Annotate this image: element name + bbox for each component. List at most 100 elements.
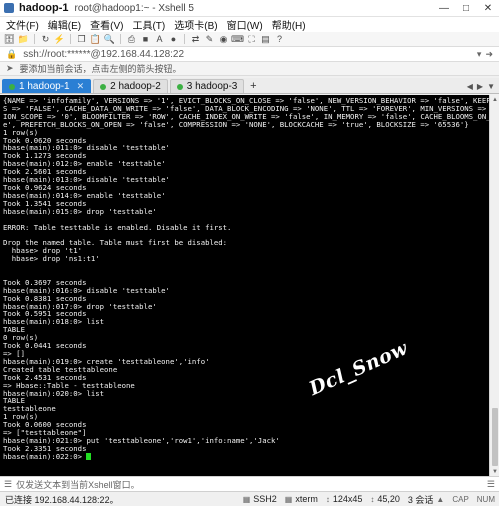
protocol-label: SSH2: [253, 494, 277, 504]
chevron-up-icon[interactable]: ▲: [436, 495, 444, 504]
info-text: 要添加当前会话，点击左侧的箭头按钮。: [19, 64, 182, 74]
caps-status: CAP: [452, 494, 469, 504]
globe-icon[interactable]: ●: [168, 34, 179, 44]
compose-bar[interactable]: ☰ 仅发送文本到当前Xshell窗口。 ☰: [0, 476, 499, 491]
disconnect-icon[interactable]: ⚡: [54, 34, 65, 44]
compose-send-icon[interactable]: ☰: [4, 479, 12, 490]
tab-hadoop-3[interactable]: 3 hadoop-3: [169, 79, 245, 93]
tab-hadoop-2[interactable]: 2 hadoop-2: [93, 79, 168, 93]
num-status: NUM: [476, 494, 495, 504]
toolbar: 🗄 📁 ↻ ⚡ ❐ 📋 🔍 ⎙ ■ A ● ⇄ ✎ ◉ ⌨ ⛶ ▤ ?: [0, 32, 499, 46]
address-bar[interactable]: 🔒 ssh://root:******@192.168.44.128:22 ▾ …: [0, 46, 499, 62]
menu-file[interactable]: 文件(F): [6, 17, 39, 32]
new-session-icon[interactable]: 🗄: [4, 34, 15, 44]
close-icon[interactable]: ✕: [477, 0, 499, 17]
address-text[interactable]: ssh://root:******@192.168.44.128:22: [23, 49, 184, 60]
menu-help[interactable]: 帮助(H): [272, 17, 306, 32]
maximize-icon[interactable]: □: [455, 0, 477, 17]
terminal-line: hbase(main):018:0> list: [3, 317, 105, 327]
compose-icon[interactable]: ▤: [260, 34, 271, 44]
title-bar: hadoop-1 root@hadoop1:~ - Xshell 5 — □ ✕: [0, 0, 499, 17]
menu-tab[interactable]: 选项卡(B): [174, 17, 217, 32]
toolbar-divider: [70, 34, 71, 44]
color-scheme-icon[interactable]: ■: [140, 34, 151, 44]
keyboard-icon[interactable]: ⌨: [231, 34, 244, 44]
add-tab-button[interactable]: +: [246, 79, 260, 93]
reconnect-icon[interactable]: ↻: [40, 34, 51, 44]
toolbar-divider: [120, 34, 121, 44]
lock-icon[interactable]: ◉: [218, 34, 229, 44]
menu-edit[interactable]: 编辑(E): [48, 17, 81, 32]
open-folder-icon[interactable]: 📁: [18, 34, 29, 44]
scroll-down-icon[interactable]: ▼: [490, 467, 499, 476]
size-label: 124x45: [332, 494, 363, 504]
tab-prev-icon[interactable]: ◀: [467, 82, 473, 91]
window-controls: — □ ✕: [433, 0, 499, 17]
compose-menu-icon[interactable]: ☰: [487, 479, 499, 490]
terminal-line: TABLE: [3, 325, 25, 335]
menu-window[interactable]: 窗口(W): [227, 17, 263, 32]
help-icon[interactable]: ?: [274, 34, 285, 44]
terminal-output: {NAME => 'infofamily', VERSIONS => '1', …: [3, 97, 489, 461]
scroll-up-icon[interactable]: ▲: [490, 95, 499, 104]
tab-hadoop-1[interactable]: 1 hadoop-1 ✕: [2, 79, 92, 93]
terminal-prompt: hbase(main):022:0>: [3, 451, 87, 461]
chevron-down-icon[interactable]: ▾: [477, 49, 482, 60]
terminal-line: Took 0.0441 seconds: [3, 341, 87, 351]
window-title: hadoop-1: [19, 2, 69, 14]
xshell-app-icon: [4, 3, 14, 13]
protocol-icon: ▦: [242, 494, 251, 504]
toolbar-divider: [34, 34, 35, 44]
tab-label: 1 hadoop-1: [19, 81, 70, 92]
protocol-status: ▦ SSH2: [239, 494, 281, 504]
size-status: ↕ 124x45: [322, 494, 367, 504]
tab-menu-icon[interactable]: ▼: [487, 82, 495, 91]
find-icon[interactable]: 🔍: [104, 34, 115, 44]
close-icon[interactable]: ✕: [77, 81, 85, 92]
menu-view[interactable]: 查看(V): [90, 17, 123, 32]
sessions-label: 3 会话: [407, 494, 434, 505]
terminal-line: hbase> drop 'ns1:t1': [3, 254, 100, 264]
minimize-icon[interactable]: —: [433, 0, 455, 17]
tab-bar: 1 hadoop-1 ✕ 2 hadoop-2 3 hadoop-3 + ◀ ▶…: [0, 78, 499, 94]
lock-icon: 🔒: [6, 48, 18, 59]
print-icon[interactable]: ⎙: [126, 34, 137, 44]
terminal-view[interactable]: {NAME => 'infofamily', VERSIONS => '1', …: [0, 95, 489, 476]
script-icon[interactable]: ✎: [204, 34, 215, 44]
tab-label: 3 hadoop-3: [186, 81, 238, 92]
copy-icon[interactable]: ❐: [76, 34, 87, 44]
terminal-scrollbar[interactable]: ▲ ▼: [489, 95, 499, 476]
terminal-line: ERROR: Table testtable is enabled. Disab…: [3, 222, 232, 232]
terminal-prompt-line: hbase(main):022:0>: [3, 451, 489, 461]
terminal-type-status: ▦ xterm: [281, 494, 322, 504]
paste-icon[interactable]: 📋: [90, 34, 101, 44]
status-dot-icon: [100, 83, 107, 90]
scroll-thumb[interactable]: [492, 408, 498, 466]
sessions-status: 3 会话 ▲: [404, 493, 448, 506]
status-dot-icon: [9, 83, 15, 90]
tab-next-icon[interactable]: ▶: [477, 82, 483, 91]
connection-status: 已连接 192.168.44.128:22。: [5, 494, 119, 505]
bookmark-arrow-icon[interactable]: ➤: [6, 63, 14, 74]
status-dot-icon: [176, 83, 183, 90]
transfer-icon[interactable]: ⇄: [190, 34, 201, 44]
go-arrow-icon[interactable]: ➜: [485, 49, 493, 60]
toolbar-divider: [184, 34, 185, 44]
terminal-icon: ▦: [284, 494, 293, 504]
terminal-line: TABLE: [3, 396, 25, 406]
cursor-icon: ↕: [370, 494, 375, 504]
menu-bar: 文件(F) 编辑(E) 查看(V) 工具(T) 选项卡(B) 窗口(W) 帮助(…: [0, 17, 499, 32]
address-actions: ▾ ➜: [477, 49, 499, 60]
font-icon[interactable]: A: [154, 34, 165, 44]
compose-text: 仅发送文本到当前Xshell窗口。: [16, 479, 140, 490]
terminal-line: hbase(main):020:0> list: [3, 388, 105, 398]
info-bar: ➤ 要添加当前会话，点击左侧的箭头按钮。: [0, 62, 499, 76]
cursor-label: 45,20: [377, 494, 400, 504]
cursor-status: ↕ 45,20: [366, 494, 404, 504]
menu-tools[interactable]: 工具(T): [132, 17, 165, 32]
resize-icon: ↕: [325, 494, 330, 504]
terminal-line: hbase(main):015:0> drop 'testtable': [3, 206, 157, 216]
tab-label: 2 hadoop-2: [110, 81, 161, 92]
fullscreen-icon[interactable]: ⛶: [246, 34, 257, 44]
